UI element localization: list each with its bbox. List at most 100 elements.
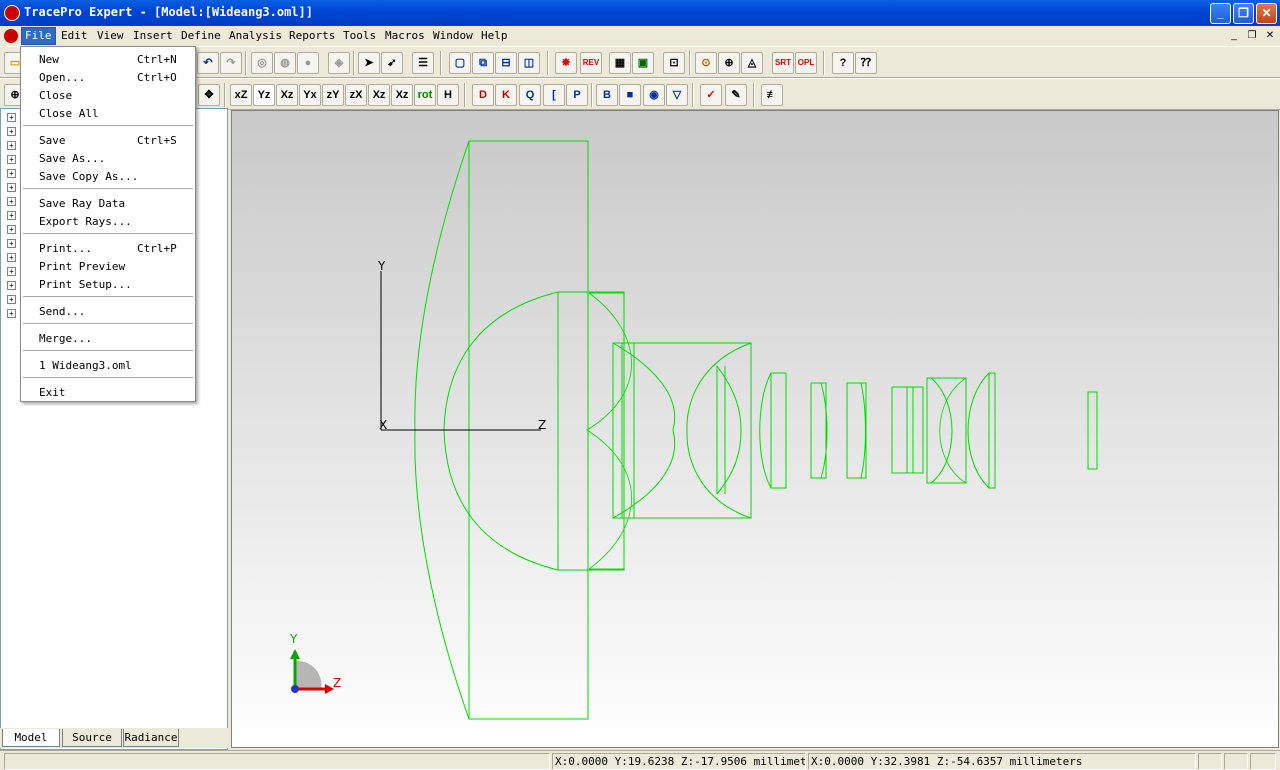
view-zy-button[interactable]: zY xyxy=(322,84,344,106)
tree-expand-icon[interactable]: + xyxy=(7,113,16,122)
mdi-minimize-button[interactable]: _ xyxy=(1226,29,1242,43)
measure-icon[interactable]: ✎ xyxy=(725,84,747,106)
sphere-icon[interactable]: ◉ xyxy=(643,84,665,106)
window-icon[interactable]: ▢ xyxy=(449,52,471,74)
mdi-restore-button[interactable]: ❐ xyxy=(1244,29,1260,43)
cascade-icon[interactable]: ⧉ xyxy=(472,52,494,74)
solid-icon[interactable]: ■ xyxy=(619,84,641,106)
mdi-close-button[interactable]: ✕ xyxy=(1262,29,1278,43)
irradiance-icon[interactable]: ▣ xyxy=(632,52,654,74)
file-menu-item-send[interactable]: Send... xyxy=(21,302,195,320)
tree-expand-icon[interactable]: + xyxy=(7,281,16,290)
reverse-icon[interactable]: REV xyxy=(580,52,602,74)
properties-icon[interactable]: ☰ xyxy=(412,52,434,74)
view-xz2-button[interactable]: Xz xyxy=(276,84,298,106)
tree-expand-icon[interactable]: + xyxy=(7,225,16,234)
file-menu-item-open[interactable]: Open... Ctrl+O xyxy=(21,68,195,86)
menu-file[interactable]: File xyxy=(21,27,56,45)
tree-expand-icon[interactable]: + xyxy=(7,309,16,318)
tab-model[interactable]: Model xyxy=(2,729,60,747)
select-multi-icon[interactable]: ➹ xyxy=(381,52,403,74)
view-iso1-button[interactable]: Xz xyxy=(368,84,390,106)
menu-view[interactable]: View xyxy=(97,29,124,42)
move-icon[interactable]: ◈ xyxy=(328,52,350,74)
tree-expand-icon[interactable]: + xyxy=(7,295,16,304)
view-xz-button[interactable]: xZ xyxy=(230,84,252,106)
restore-button[interactable]: ❐ xyxy=(1233,3,1254,24)
primitive-icon[interactable]: P xyxy=(566,84,588,106)
tree-expand-icon[interactable]: + xyxy=(7,197,16,206)
file-menu-item-1-wideang3-oml[interactable]: 1 Wideang3.oml xyxy=(21,356,195,374)
tab-source[interactable]: Source xyxy=(62,729,122,747)
rotate-icon[interactable]: rot xyxy=(414,84,436,106)
model-viewport[interactable]: Y X Z Y Z xyxy=(231,110,1279,748)
tree-expand-icon[interactable]: + xyxy=(7,183,16,192)
tree-expand-icon[interactable]: + xyxy=(7,127,16,136)
raytrace-icon[interactable]: ✸ xyxy=(555,52,577,74)
subtract-icon[interactable]: ● xyxy=(297,52,319,74)
block-icon[interactable]: B xyxy=(596,84,618,106)
file-menu-item-close[interactable]: Close xyxy=(21,86,195,104)
menu-tools[interactable]: Tools xyxy=(343,29,376,42)
union-icon[interactable]: ◎ xyxy=(251,52,273,74)
file-menu-item-print-preview[interactable]: Print Preview xyxy=(21,257,195,275)
file-menu-item-print[interactable]: Print... Ctrl+P xyxy=(21,239,195,257)
file-menu-item-save[interactable]: Save Ctrl+S xyxy=(21,131,195,149)
view-zx-button[interactable]: zX xyxy=(345,84,367,106)
view-yz-button[interactable]: Yz xyxy=(253,84,275,106)
tile-horizontal-icon[interactable]: ⊟ xyxy=(495,52,517,74)
menu-insert[interactable]: Insert xyxy=(133,29,173,42)
view-iso2-button[interactable]: Xz xyxy=(391,84,413,106)
opl-icon[interactable]: OPL xyxy=(795,52,817,74)
source-icon[interactable]: ⊡ xyxy=(663,52,685,74)
close-button[interactable]: ✕ xyxy=(1256,3,1277,24)
redo-icon[interactable]: ↷ xyxy=(220,52,242,74)
menu-reports[interactable]: Reports xyxy=(289,29,335,42)
file-menu-item-new[interactable]: New Ctrl+N xyxy=(21,50,195,68)
tree-expand-icon[interactable]: + xyxy=(7,239,16,248)
tree-expand-icon[interactable]: + xyxy=(7,267,16,276)
file-menu-item-print-setup[interactable]: Print Setup... xyxy=(21,275,195,293)
tree-expand-icon[interactable]: + xyxy=(7,155,16,164)
menu-help[interactable]: Help xyxy=(481,29,508,42)
pan-icon[interactable]: ✥ xyxy=(198,84,220,106)
undo-icon[interactable]: ↶ xyxy=(197,52,219,74)
cone-icon[interactable]: ▽ xyxy=(666,84,688,106)
select-icon[interactable]: ➤ xyxy=(358,52,380,74)
minimize-button[interactable]: _ xyxy=(1210,3,1231,24)
target-icon[interactable]: ⊕ xyxy=(718,52,740,74)
tab-radiance[interactable]: Radiance xyxy=(123,729,179,747)
file-menu-item-exit[interactable]: Exit xyxy=(21,383,195,401)
context-help-icon[interactable]: ⁇ xyxy=(855,52,877,74)
menu-analysis[interactable]: Analysis xyxy=(229,29,282,42)
point-icon[interactable]: ⊙ xyxy=(695,52,717,74)
file-menu-item-save-ray-data[interactable]: Save Ray Data xyxy=(21,194,195,212)
menu-macros[interactable]: Macros xyxy=(385,29,425,42)
help-icon[interactable]: ? xyxy=(832,52,854,74)
check-icon[interactable]: ✓ xyxy=(700,84,722,106)
tree-expand-icon[interactable]: + xyxy=(7,211,16,220)
srt-icon[interactable]: SRT xyxy=(772,52,794,74)
view-yx-button[interactable]: Yx xyxy=(299,84,321,106)
menu-window[interactable]: Window xyxy=(433,29,473,42)
home-view-button[interactable]: H xyxy=(437,84,459,106)
map-icon[interactable]: ◬ xyxy=(741,52,763,74)
file-menu-item-merge[interactable]: Merge... xyxy=(21,329,195,347)
tube-icon[interactable]: [ xyxy=(543,84,565,106)
reflector-icon[interactable]: K xyxy=(495,84,517,106)
file-menu-item-save-copy-as[interactable]: Save Copy As... xyxy=(21,167,195,185)
file-menu-item-close-all[interactable]: Close All xyxy=(21,104,195,122)
tree-expand-icon[interactable]: + xyxy=(7,169,16,178)
lens-icon[interactable]: D xyxy=(472,84,494,106)
menu-define[interactable]: Define xyxy=(181,29,221,42)
file-menu-item-save-as[interactable]: Save As... xyxy=(21,149,195,167)
rti-icon[interactable]: Q xyxy=(519,84,541,106)
tree-expand-icon[interactable]: + xyxy=(7,141,16,150)
surface-icon[interactable]: ≢ xyxy=(761,84,783,106)
file-menu-item-export-rays[interactable]: Export Rays... xyxy=(21,212,195,230)
document-icon[interactable] xyxy=(4,29,18,43)
intersect-icon[interactable]: ◍ xyxy=(274,52,296,74)
menu-edit[interactable]: Edit xyxy=(61,29,88,42)
tile-vertical-icon[interactable]: ◫ xyxy=(518,52,540,74)
grid-icon[interactable]: ▦ xyxy=(609,52,631,74)
